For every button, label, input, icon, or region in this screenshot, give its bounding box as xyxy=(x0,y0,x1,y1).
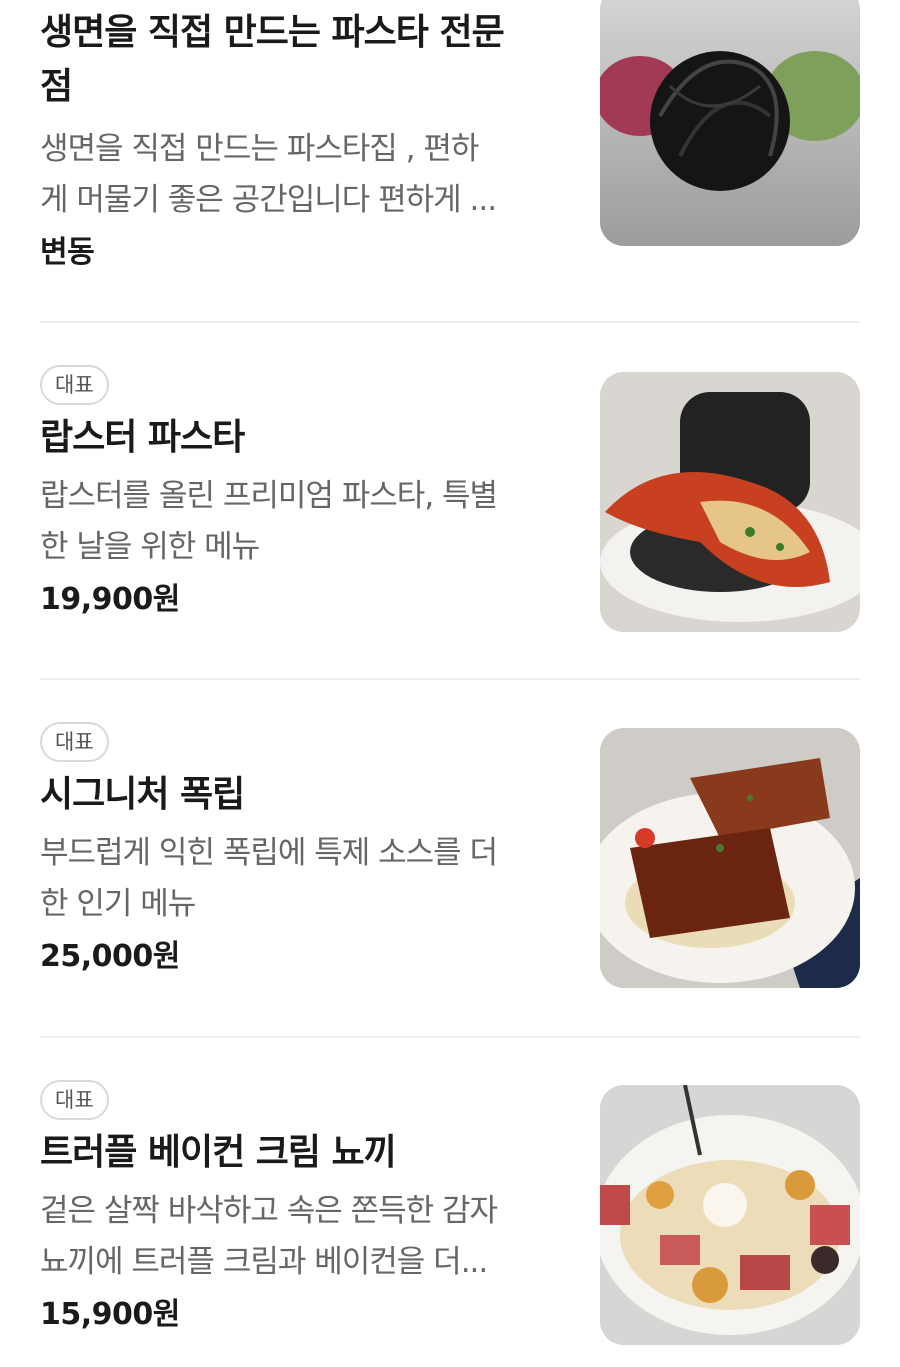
menu-item-description-continued: 게 머물기 좋은 공간입니다 편하게 ... xyxy=(40,182,497,218)
signature-badge: 대표 xyxy=(40,365,109,405)
menu-item-title: 생면을 직접 만드는 파스타 전문 xyxy=(40,12,505,53)
menu-item-description-continued: 한 날을 위한 메뉴 xyxy=(40,529,260,565)
divider xyxy=(40,1036,860,1038)
gnocchi-image xyxy=(600,1085,860,1345)
menu-item-price: 25,000원 xyxy=(40,939,180,974)
menu-item-price: 변동 xyxy=(40,235,95,270)
menu-item-thumbnail[interactable] xyxy=(600,1085,860,1345)
menu-item[interactable]: 생면을 직접 만드는 파스타 전문 점 생면을 직접 만드는 파스타집 , 편하… xyxy=(40,0,860,320)
menu-item-price: 15,900원 xyxy=(40,1297,180,1332)
menu-item-title: 트러플 베이컨 크림 뇨끼 xyxy=(40,1132,397,1173)
menu-item-thumbnail[interactable] xyxy=(600,372,860,632)
menu-item-description: 부드럽게 익힌 폭립에 특제 소스를 더 xyxy=(40,835,498,871)
menu-item-title-continued: 점 xyxy=(40,66,73,107)
menu-item[interactable]: 대표 랍스터 파스타 랍스터를 올린 프리미엄 파스타, 특별 한 날을 위한 … xyxy=(40,365,860,635)
menu-item-description: 겉은 살짝 바삭하고 속은 쫀득한 감자 xyxy=(40,1193,498,1229)
menu-item-thumbnail[interactable] xyxy=(600,728,860,988)
menu-item-description-continued: 뇨끼에 트러플 크림과 베이컨을 더... xyxy=(40,1244,488,1280)
menu-item-description: 랍스터를 올린 프리미엄 파스타, 특별 xyxy=(40,478,498,514)
pork-rib-image xyxy=(600,728,860,988)
pasta-noodles-image xyxy=(600,0,860,246)
signature-badge: 대표 xyxy=(40,1080,109,1120)
menu-item[interactable]: 대표 시그니처 폭립 부드럽게 익힌 폭립에 특제 소스를 더 한 인기 메뉴 … xyxy=(40,722,860,992)
menu-item[interactable]: 대표 트러플 베이컨 크림 뇨끼 겉은 살짝 바삭하고 속은 쫀득한 감자 뇨끼… xyxy=(40,1080,860,1367)
menu-item-thumbnail[interactable] xyxy=(600,0,860,246)
lobster-pasta-image xyxy=(600,372,860,632)
menu-item-description-continued: 한 인기 메뉴 xyxy=(40,886,196,922)
divider xyxy=(40,678,860,680)
signature-badge: 대표 xyxy=(40,722,109,762)
menu-item-description: 생면을 직접 만드는 파스타집 , 편하 xyxy=(40,131,479,167)
menu-item-price: 19,900원 xyxy=(40,582,180,617)
menu-item-title: 랍스터 파스타 xyxy=(40,417,245,458)
menu-item-title: 시그니처 폭립 xyxy=(40,774,245,815)
divider xyxy=(40,321,860,323)
